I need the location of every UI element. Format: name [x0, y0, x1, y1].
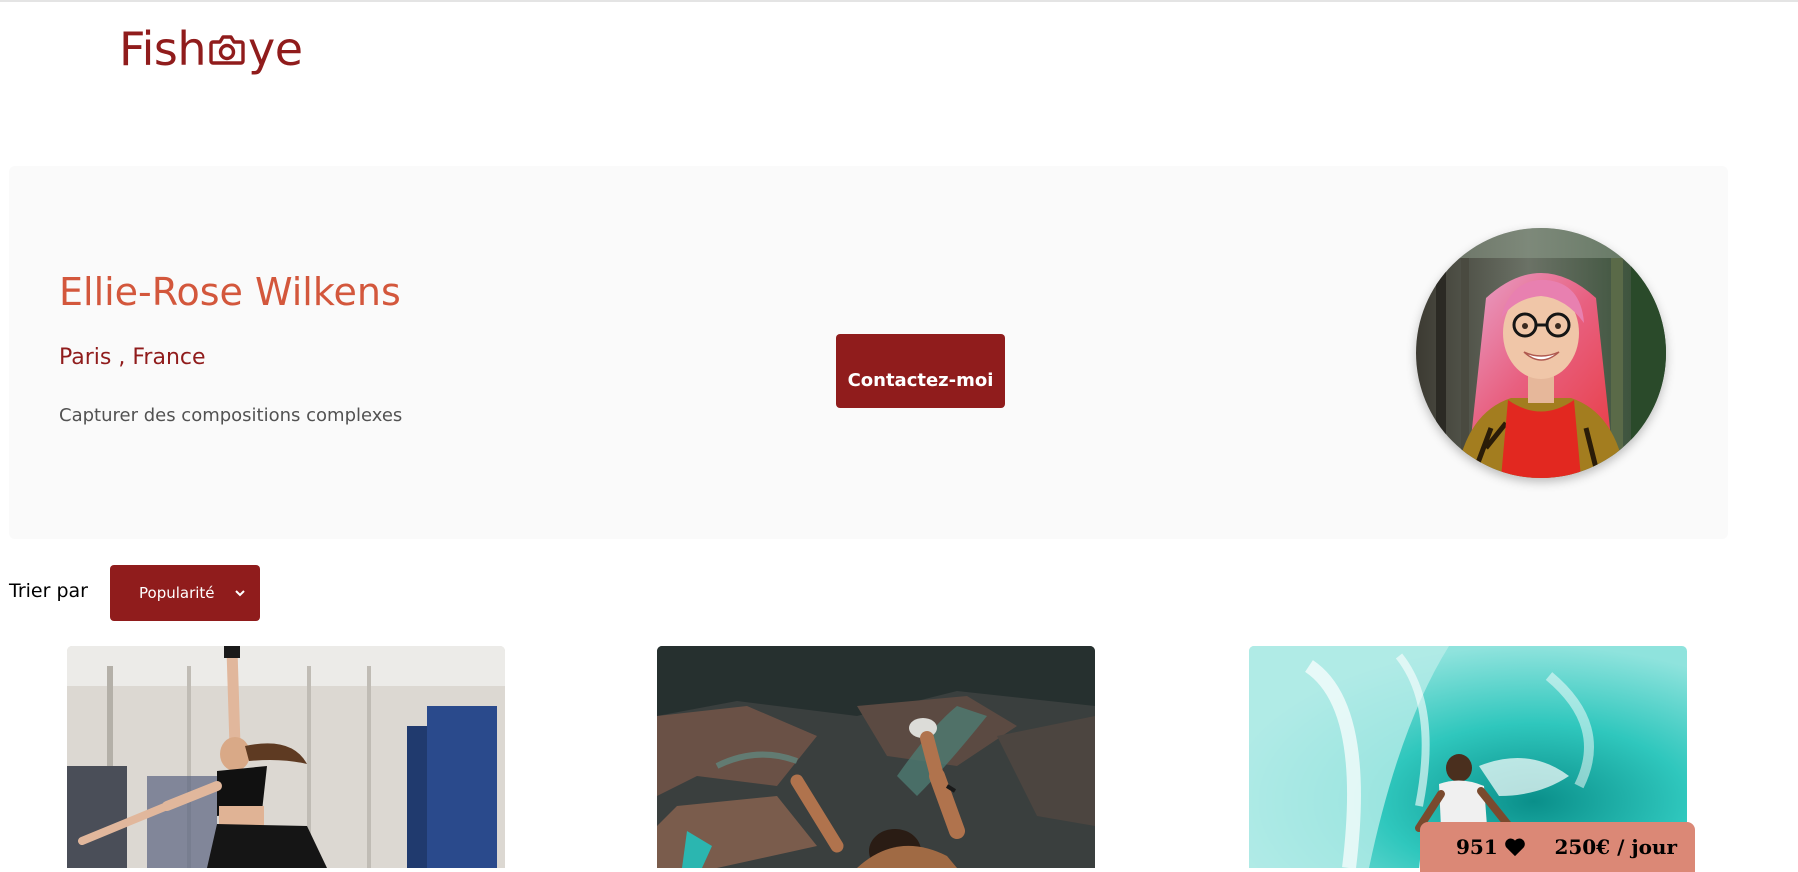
logo-text-end: ye: [248, 22, 303, 76]
photographer-header: Ellie-Rose Wilkens Paris , France Captur…: [9, 166, 1728, 539]
contact-button[interactable]: Contactez-moi: [836, 334, 1005, 408]
sort-label: Trier par: [9, 580, 88, 602]
photographer-tagline: Capturer des compositions complexes: [59, 405, 403, 426]
logo-text-start: Fish: [119, 22, 207, 76]
total-likes: 951: [1456, 835, 1526, 859]
climber-photo: [657, 646, 1095, 868]
likes-count: 951: [1456, 835, 1498, 859]
photographer-portrait: [1416, 228, 1666, 478]
gymnast-photo: [67, 646, 505, 868]
chevron-down-icon: [235, 590, 245, 597]
photographer-name: Ellie-Rose Wilkens: [59, 270, 401, 314]
heart-icon: [1504, 838, 1525, 857]
media-card-climber[interactable]: [657, 646, 1095, 868]
sort-select[interactable]: Popularité: [110, 565, 260, 621]
daily-price: 250€ / jour: [1554, 835, 1677, 859]
top-border: [0, 0, 1798, 2]
media-card-gymnast[interactable]: [67, 646, 505, 868]
fisheye-logo[interactable]: Fish ye: [119, 26, 303, 72]
likes-price-box: 951 250€ / jour: [1420, 822, 1695, 872]
sort-selected-value: Popularité: [139, 584, 215, 602]
camera-icon: [209, 35, 245, 65]
photographer-location: Paris , France: [59, 345, 206, 370]
